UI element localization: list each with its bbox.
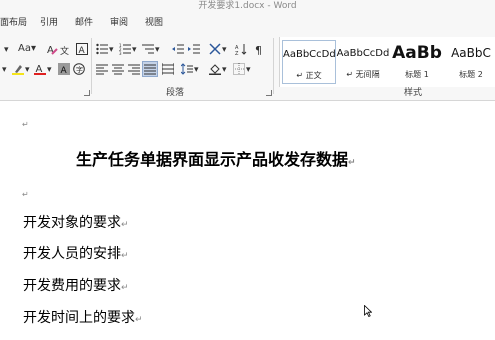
char-shading-icon[interactable]: A — [58, 63, 70, 75]
paragraph-dialog-launcher-icon[interactable] — [266, 90, 272, 96]
window-title: 开发要求1.docx - Word — [198, 1, 297, 11]
document-title[interactable]: 生产任务单据界面显示产品收发存数据↵ — [76, 149, 356, 174]
style-name: ↵ 正文 — [296, 71, 322, 80]
clear-format-icon[interactable]: A — [46, 43, 58, 55]
mouse-pointer-icon — [364, 305, 372, 317]
style-name: 标题 2 — [459, 70, 483, 79]
justify-icon — [144, 64, 156, 75]
styles-group-label: 样式 — [404, 88, 423, 98]
borders-icon[interactable] — [233, 63, 245, 75]
style-heading-2[interactable]: AaBbC 标题 2 — [444, 40, 495, 84]
styles-gallery: AaBbCcDd ↵ 正文 AaBbCcDd ↵ 无间隔 AaBb 标题 1 A… — [279, 37, 495, 87]
document-line-text: 开发对象的要求 — [23, 215, 121, 231]
ribbon: ▾ Aa▾ A 文 A ▾ ▾ A ▾ A 字 ▾ 1 2 3 ▾ ▾ ▾ A … — [0, 34, 495, 101]
document-line-text: 开发费用的要求 — [23, 278, 121, 294]
highlight-dropdown-icon[interactable]: ▾ — [25, 64, 30, 76]
title-bar: 开发要求1.docx - Word — [0, 0, 495, 12]
line-spacing-dropdown-icon[interactable]: ▾ — [194, 64, 199, 76]
chinese-layout-icon[interactable] — [209, 43, 221, 55]
sort-icon[interactable]: AZ — [235, 43, 247, 55]
svg-text:字: 字 — [76, 65, 83, 74]
svg-text:¶: ¶ — [255, 44, 262, 55]
align-center-icon[interactable] — [112, 63, 124, 75]
distributed-align-icon[interactable] — [162, 63, 174, 75]
font-color-icon[interactable]: A — [34, 63, 46, 75]
style-no-spacing[interactable]: AaBbCcDd ↵ 无间隔 — [336, 40, 390, 84]
svg-text:Z: Z — [235, 51, 239, 55]
tab-references[interactable]: 引用 — [40, 16, 58, 30]
svg-text:3: 3 — [119, 51, 122, 55]
svg-text:A: A — [61, 66, 68, 75]
style-name: ↵ 无间隔 — [346, 70, 380, 79]
highlight-pen-icon[interactable] — [12, 63, 24, 75]
paragraph-mark: ↵ — [135, 315, 143, 325]
document-line-text: 开发时间上的要求 — [23, 310, 135, 326]
bullets-icon[interactable] — [96, 43, 108, 55]
chinese-layout-dropdown-icon[interactable]: ▾ — [222, 44, 227, 56]
tab-view[interactable]: 视图 — [145, 16, 163, 30]
paragraph-mark: ↵ — [22, 190, 29, 199]
paragraph-mark: ↵ — [121, 220, 129, 230]
justify-button[interactable] — [142, 61, 158, 77]
font-size-dropdown-arrow-icon[interactable]: ▾ — [4, 44, 9, 56]
align-left-icon[interactable] — [96, 63, 108, 75]
align-right-icon[interactable] — [128, 63, 140, 75]
group-separator — [273, 38, 274, 94]
document-line[interactable]: 开发费用的要求↵ — [23, 276, 129, 298]
style-sample: AaBbC — [451, 46, 491, 60]
paragraph-group-label: 段落 — [166, 88, 185, 98]
style-sample: AaBbCcDd — [283, 49, 335, 60]
borders-dropdown-icon[interactable]: ▾ — [246, 64, 251, 76]
document-page[interactable]: ↵ ↵ 生产任务单据界面显示产品收发存数据↵ 开发对象的要求↵ 开发人员的安排↵… — [0, 102, 495, 340]
dropdown-arrow-icon[interactable]: ▾ — [2, 64, 7, 76]
ribbon-tabs: 面布局 引用 邮件 审阅 视图 — [0, 12, 495, 34]
multilevel-dropdown-icon[interactable]: ▾ — [155, 44, 160, 56]
paragraph-mark: ↵ — [121, 251, 129, 261]
document-line[interactable]: 开发对象的要求↵ — [23, 213, 129, 235]
grow-font-button[interactable]: Aa▾ — [18, 43, 36, 55]
enclosed-char-icon[interactable]: 字 — [73, 63, 85, 75]
style-sample: AaBbCcDd — [336, 48, 390, 59]
svg-text:A: A — [79, 46, 86, 55]
bullets-dropdown-icon[interactable]: ▾ — [109, 44, 114, 56]
style-normal[interactable]: AaBbCcDd ↵ 正文 — [282, 40, 336, 84]
style-name: 标题 1 — [405, 70, 429, 79]
numbering-icon[interactable]: 1 2 3 — [119, 43, 131, 55]
document-line-text: 开发人员的安排 — [23, 246, 121, 262]
phonetic-guide-icon[interactable]: 文 — [60, 43, 72, 55]
tab-layout[interactable]: 面布局 — [0, 16, 27, 30]
document-title-text: 生产任务单据界面显示产品收发存数据 — [76, 150, 349, 169]
decrease-indent-icon[interactable] — [172, 43, 184, 55]
paragraph-mark: ↵ — [22, 120, 29, 129]
show-marks-icon[interactable]: ¶ — [254, 43, 266, 55]
document-line[interactable]: 开发人员的安排↵ — [23, 244, 129, 266]
multilevel-list-icon[interactable] — [142, 43, 154, 55]
group-separator — [91, 38, 92, 94]
style-sample: AaBb — [392, 43, 442, 63]
numbering-dropdown-icon[interactable]: ▾ — [132, 44, 137, 56]
paragraph-mark: ↵ — [121, 283, 129, 293]
tab-mailings[interactable]: 邮件 — [75, 16, 93, 30]
paragraph-mark: ↵ — [348, 158, 356, 168]
grow-font-label: Aa — [18, 43, 31, 54]
tab-review[interactable]: 审阅 — [110, 16, 128, 30]
line-spacing-icon[interactable] — [181, 63, 193, 75]
style-heading-1[interactable]: AaBb 标题 1 — [390, 40, 444, 84]
font-dialog-launcher-icon[interactable] — [84, 90, 90, 96]
shading-bucket-icon[interactable] — [209, 63, 221, 75]
svg-text:文: 文 — [60, 45, 69, 55]
font-color-dropdown-icon[interactable]: ▾ — [47, 64, 52, 76]
document-line[interactable]: 开发时间上的要求↵ — [23, 308, 143, 330]
char-border-icon[interactable]: A — [76, 43, 88, 55]
shading-dropdown-icon[interactable]: ▾ — [222, 64, 227, 76]
increase-indent-icon[interactable] — [188, 43, 200, 55]
